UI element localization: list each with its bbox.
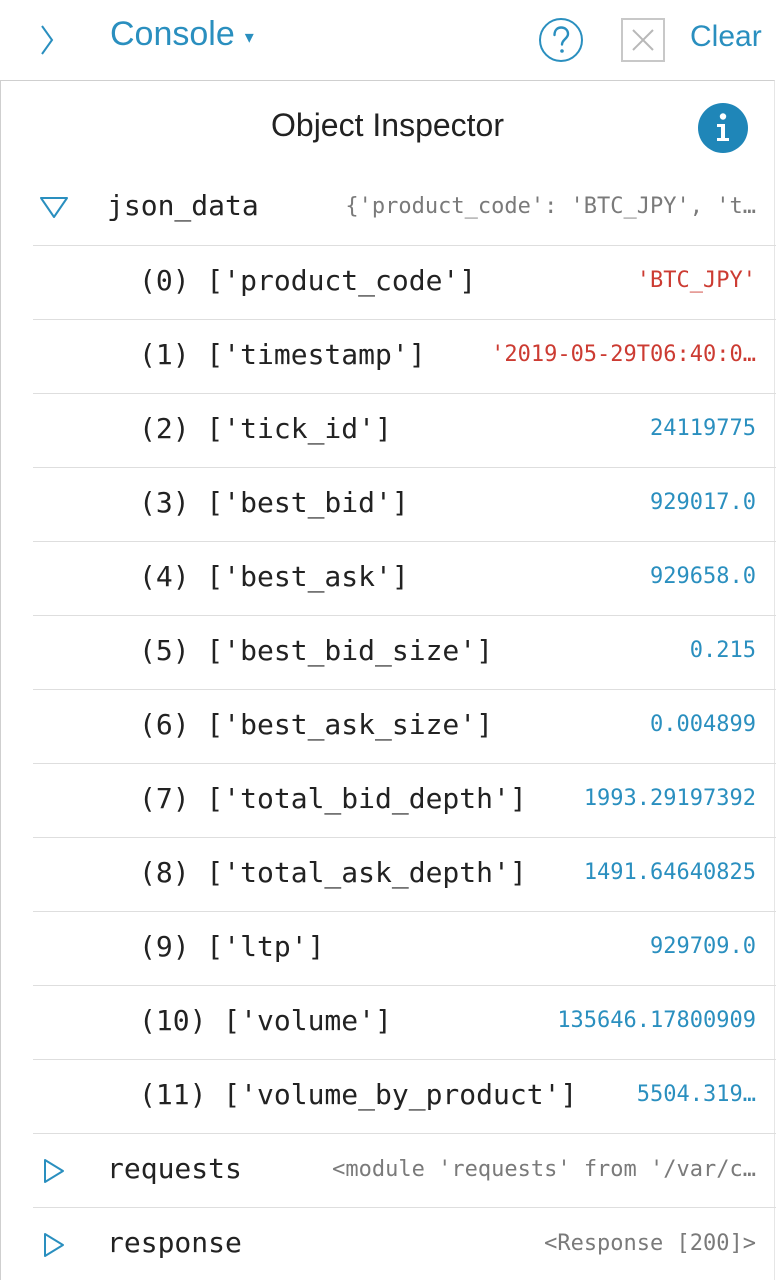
item-value: 0.215 — [689, 638, 756, 663]
item-key: (3) ['best_bid'] — [139, 486, 409, 519]
console-title: Console — [110, 15, 235, 53]
variable-name: requests — [107, 1152, 242, 1185]
item-row[interactable]: (4) ['best_ask'] 929658.0 — [33, 541, 776, 615]
item-row[interactable]: (7) ['total_bid_depth'] 1993.29197392 — [33, 763, 776, 837]
variable-preview: <module 'requests' from '/var/c… — [332, 1157, 756, 1182]
chevron-right-icon[interactable] — [36, 20, 60, 60]
item-key: (1) ['timestamp'] — [139, 338, 426, 371]
item-value: 135646.17800909 — [557, 1008, 756, 1033]
close-icon[interactable] — [621, 18, 665, 62]
item-row[interactable]: (3) ['best_bid'] 929017.0 — [33, 467, 776, 541]
item-value: 929658.0 — [650, 564, 756, 589]
item-value: 0.004899 — [650, 712, 756, 737]
variable-name: response — [107, 1226, 242, 1259]
item-value: 'BTC_JPY' — [636, 268, 756, 293]
variable-preview: <Response [200]> — [544, 1231, 756, 1256]
item-key: (2) ['tick_id'] — [139, 412, 392, 445]
item-row[interactable]: (8) ['total_ask_depth'] 1491.64640825 — [33, 837, 776, 911]
info-icon[interactable] — [698, 103, 748, 153]
item-value: '2019-05-29T06:40:0… — [491, 342, 756, 367]
item-value: 929017.0 — [650, 490, 756, 515]
item-key: (0) ['product_code'] — [139, 264, 477, 297]
item-row[interactable]: (10) ['volume'] 135646.17800909 — [33, 985, 776, 1059]
variable-row-json_data[interactable]: json_data {'product_code': 'BTC_JPY', 't… — [33, 171, 776, 245]
clear-button[interactable]: Clear — [690, 20, 762, 54]
item-value: 929709.0 — [650, 934, 756, 959]
console-toolbar: Console ▾ Clear — [0, 0, 776, 80]
dropdown-caret-icon: ▾ — [244, 27, 254, 47]
item-value: 24119775 — [650, 416, 756, 441]
item-row[interactable]: (1) ['timestamp'] '2019-05-29T06:40:0… — [33, 319, 776, 393]
item-key: (5) ['best_bid_size'] — [139, 634, 494, 667]
item-key: (6) ['best_ask_size'] — [139, 708, 494, 741]
inspector-title: Object Inspector — [271, 107, 504, 143]
variable-row-response[interactable]: response <Response [200]> — [33, 1207, 776, 1281]
inspector-header: Object Inspector — [1, 81, 774, 171]
help-icon[interactable] — [538, 17, 584, 63]
object-inspector-panel: Object Inspector json_data {'product_cod… — [0, 80, 776, 1281]
item-value: 5504.319… — [636, 1082, 756, 1107]
expanded-triangle-icon[interactable] — [39, 195, 69, 221]
item-row[interactable]: (5) ['best_bid_size'] 0.215 — [33, 615, 776, 689]
item-key: (8) ['total_ask_depth'] — [139, 856, 527, 889]
item-key: (10) ['volume'] — [139, 1004, 392, 1037]
item-value: 1491.64640825 — [583, 860, 756, 885]
variable-row-requests[interactable]: requests <module 'requests' from '/var/c… — [33, 1133, 776, 1207]
item-key: (11) ['volume_by_product'] — [139, 1078, 578, 1111]
item-row[interactable]: (9) ['ltp'] 929709.0 — [33, 911, 776, 985]
variable-name: json_data — [107, 189, 259, 222]
item-key: (9) ['ltp'] — [139, 930, 325, 963]
item-row[interactable]: (2) ['tick_id'] 24119775 — [33, 393, 776, 467]
item-row[interactable]: (6) ['best_ask_size'] 0.004899 — [33, 689, 776, 763]
item-key: (4) ['best_ask'] — [139, 560, 409, 593]
collapsed-triangle-icon[interactable] — [39, 1232, 69, 1258]
item-value: 1993.29197392 — [583, 786, 756, 811]
item-row[interactable]: (11) ['volume_by_product'] 5504.319… — [33, 1059, 776, 1133]
variable-preview: {'product_code': 'BTC_JPY', 't… — [345, 194, 756, 219]
item-row[interactable]: (0) ['product_code'] 'BTC_JPY' — [33, 245, 776, 319]
item-key: (7) ['total_bid_depth'] — [139, 782, 527, 815]
console-menu[interactable]: Console ▾ — [110, 15, 254, 54]
collapsed-triangle-icon[interactable] — [39, 1158, 69, 1184]
